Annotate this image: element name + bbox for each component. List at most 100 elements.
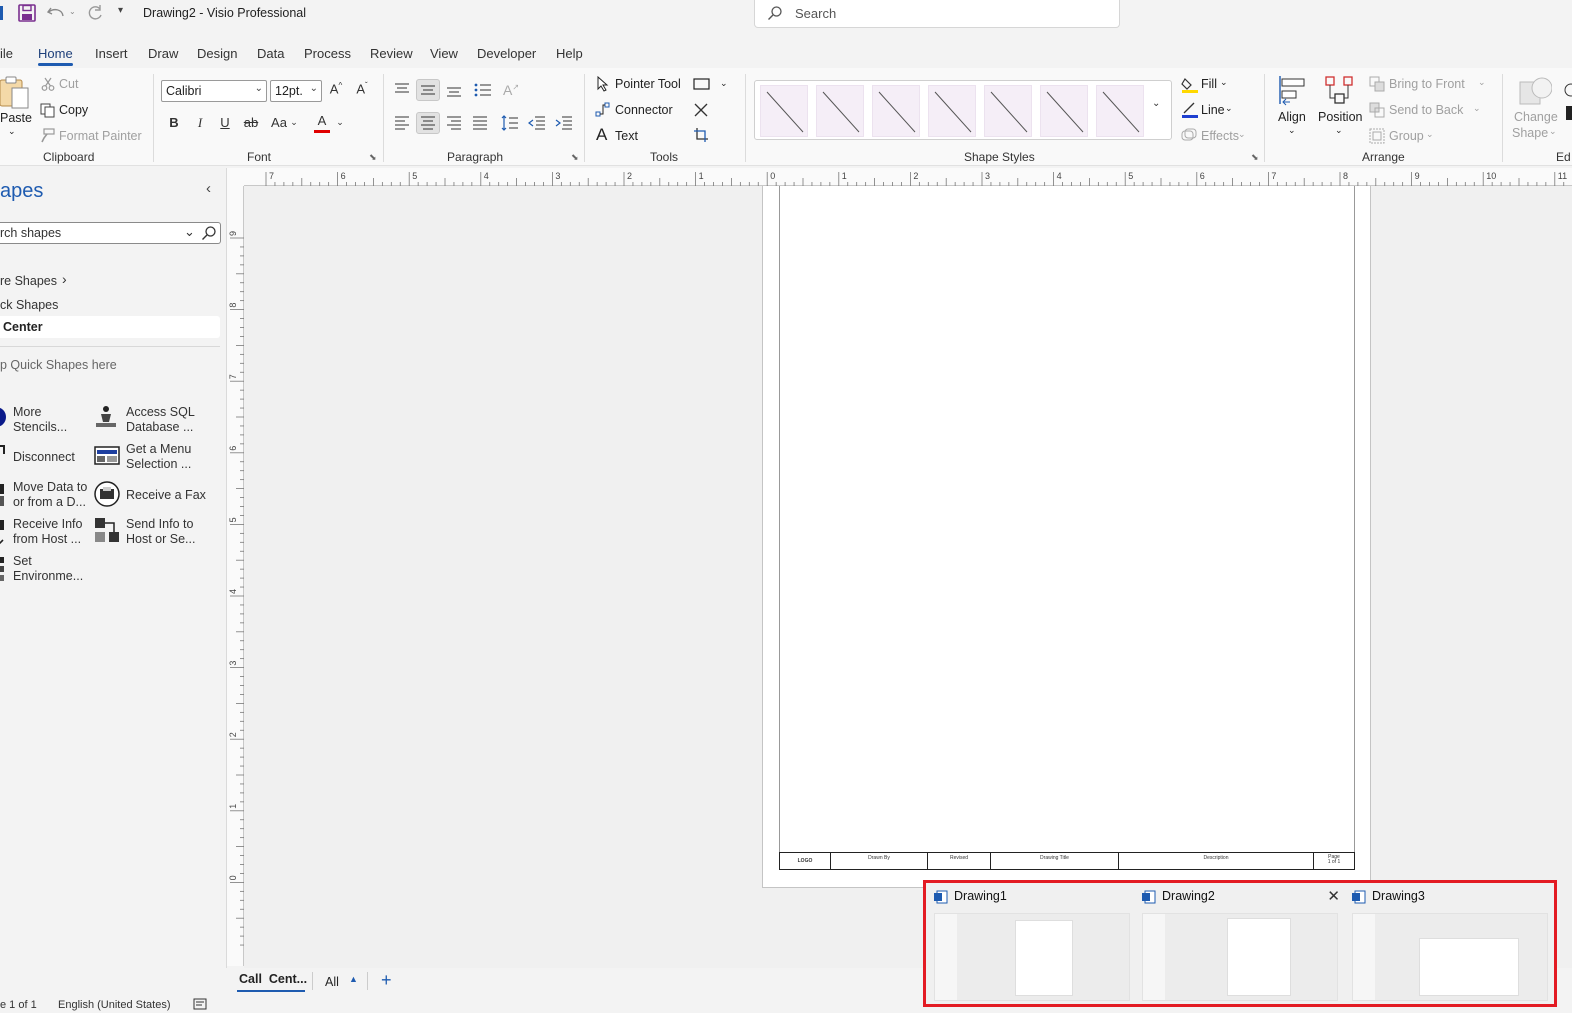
paste-icon[interactable] (0, 76, 30, 113)
shape-more-stencils[interactable]: More Stencils... (13, 405, 67, 435)
shape-style-swatch[interactable] (760, 85, 808, 137)
fax-icon[interactable] (94, 481, 120, 507)
align-icon[interactable] (1278, 74, 1308, 109)
shape-access-sql-database[interactable]: Access SQL Database ... (126, 405, 195, 435)
all-pages-button[interactable]: All (325, 975, 339, 989)
close-icon[interactable]: ✕ (1327, 887, 1340, 905)
chevron-down-icon[interactable]: ⌄ (1335, 125, 1343, 136)
line-icon[interactable] (1181, 101, 1199, 122)
more-stencils-icon[interactable] (0, 405, 14, 429)
chevron-down-icon[interactable]: ⌄ (1426, 129, 1434, 140)
dialog-launcher-icon[interactable]: ⬊ (1251, 152, 1259, 163)
dialog-launcher-icon[interactable]: ⬊ (571, 152, 579, 163)
macro-record-icon[interactable] (193, 998, 207, 1013)
undo-icon[interactable] (46, 4, 68, 25)
align-center-icon[interactable] (416, 112, 440, 134)
preview-drawing1[interactable]: Drawing1 (930, 883, 1138, 1004)
chevron-down-icon[interactable]: ⌄ (1549, 126, 1557, 137)
customize-qat-icon[interactable]: ▾ (118, 5, 123, 16)
page-tab-call-center[interactable]: Call Cent... (239, 972, 307, 986)
shape-style-swatch[interactable] (1096, 85, 1144, 137)
line-button[interactable]: Line (1201, 103, 1225, 117)
shrink-font-icon[interactable]: Aˇ (353, 81, 371, 96)
chevron-down-icon[interactable]: ⌄ (1220, 77, 1228, 88)
font-color-button[interactable]: A (313, 113, 331, 133)
chevron-down-icon[interactable]: ⌄ (720, 78, 728, 89)
tab-design[interactable]: Design (197, 46, 237, 61)
database-person-icon[interactable] (94, 405, 118, 429)
shape-style-swatch[interactable] (872, 85, 920, 137)
tab-review[interactable]: Review (370, 46, 413, 61)
cut-button[interactable]: Cut (59, 77, 78, 91)
shape-style-swatch[interactable] (928, 85, 976, 137)
grow-font-icon[interactable]: A^ (327, 81, 345, 96)
align-top-icon[interactable] (394, 82, 410, 99)
copy-icon[interactable] (40, 103, 55, 121)
group-icon[interactable] (1369, 128, 1385, 147)
redo-icon[interactable] (85, 3, 105, 26)
text-tool-button[interactable]: Text (615, 129, 638, 143)
justify-icon[interactable] (472, 116, 488, 133)
page-indicator[interactable]: e 1 of 1 (0, 999, 37, 1011)
align-button[interactable]: Align (1278, 110, 1306, 124)
shape-get-a-menu-selection[interactable]: Get a Menu Selection ... (126, 442, 191, 472)
chevron-up-icon[interactable]: ▲ (349, 974, 358, 984)
tab-view[interactable]: View (430, 46, 458, 61)
menu-selection-icon[interactable] (94, 444, 120, 468)
align-left-icon[interactable] (394, 116, 410, 133)
edit-edge-icon[interactable] (1562, 82, 1572, 125)
search-box[interactable]: Search (754, 0, 1120, 28)
paste-button[interactable]: Paste (0, 111, 32, 125)
add-page-button[interactable]: + (381, 970, 392, 991)
change-case-button[interactable]: Aa (268, 115, 290, 130)
text-tool-icon[interactable]: A (596, 125, 607, 145)
chevron-down-icon[interactable]: ⌄ (336, 117, 344, 128)
effects-icon[interactable] (1181, 128, 1197, 145)
preview-drawing2[interactable]: Drawing2 ✕ (1138, 883, 1346, 1004)
search-icon[interactable] (201, 225, 217, 244)
crop-tool-icon[interactable] (693, 127, 709, 146)
decrease-indent-icon[interactable] (528, 116, 546, 133)
position-button[interactable]: Position (1318, 110, 1362, 124)
shape-style-swatch[interactable] (984, 85, 1032, 137)
shape-receive-a-fax[interactable]: Receive a Fax (126, 488, 206, 503)
shape-receive-info-from-host[interactable]: Receive Info from Host ... (13, 517, 82, 547)
fill-icon[interactable] (1181, 76, 1199, 97)
tab-home[interactable]: Home (38, 46, 73, 66)
fill-button[interactable]: Fill (1201, 77, 1217, 91)
shape-disconnect[interactable]: Disconnect (13, 450, 75, 465)
save-icon[interactable] (18, 4, 36, 25)
bold-button[interactable]: B (166, 115, 182, 130)
more-shapes-item[interactable]: re Shapes › (0, 270, 220, 292)
quick-shapes-item[interactable]: ck Shapes (0, 294, 220, 316)
dialog-launcher-icon[interactable]: ⬊ (369, 152, 377, 163)
shape-move-data[interactable]: Move Data to or from a D... (13, 480, 87, 510)
format-painter-button[interactable]: Format Painter (59, 129, 142, 143)
increase-indent-icon[interactable] (555, 116, 573, 133)
chevron-down-icon[interactable]: ⌄ (1288, 125, 1296, 136)
connector-icon[interactable] (595, 102, 611, 121)
bring-to-front-button[interactable]: Bring to Front (1389, 77, 1465, 91)
text-direction-icon[interactable]: A↗ (503, 82, 519, 98)
change-shape-label-line1[interactable]: Change (1514, 110, 1558, 124)
chevron-down-icon[interactable]: ⌄ (290, 117, 298, 128)
language-indicator[interactable]: English (United States) (58, 999, 171, 1011)
tab-file[interactable]: ile (0, 46, 13, 61)
align-bottom-icon[interactable] (446, 84, 462, 101)
strikethrough-button[interactable]: ab (242, 115, 260, 130)
chevron-down-icon[interactable]: ⌄ (1225, 103, 1233, 114)
align-right-icon[interactable] (446, 116, 462, 133)
tab-insert[interactable]: Insert (95, 46, 128, 61)
shape-style-swatch[interactable] (816, 85, 864, 137)
paste-dropdown-icon[interactable]: ⌄ (8, 126, 16, 137)
shape-style-swatch[interactable] (1040, 85, 1088, 137)
gallery-more-icon[interactable]: ⌄ (1152, 98, 1160, 109)
change-shape-label-line2[interactable]: Shape (1512, 126, 1548, 140)
undo-dropdown-icon[interactable]: ⌄ (69, 7, 76, 16)
chevron-down-icon[interactable]: ⌄ (1238, 129, 1246, 140)
send-to-back-button[interactable]: Send to Back (1389, 103, 1463, 117)
underline-button[interactable]: U (217, 115, 233, 130)
bring-to-front-icon[interactable] (1369, 76, 1385, 95)
shape-search-input[interactable]: rch shapes ⌄ (0, 222, 221, 244)
align-middle-icon[interactable] (416, 79, 440, 101)
